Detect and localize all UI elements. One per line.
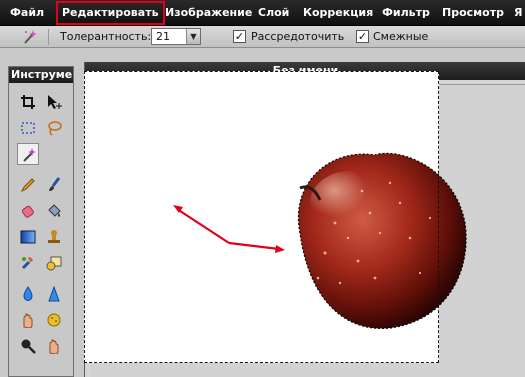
- brush-icon: [49, 177, 61, 191]
- menu-bar: Файл Редактировать Изображение Слой Корр…: [0, 0, 525, 26]
- tolerance-label: Толерантность:: [60, 30, 152, 43]
- brush-tool[interactable]: [43, 174, 65, 196]
- dodge-icon: [21, 339, 36, 354]
- menu-adjustment[interactable]: Коррекция: [303, 0, 373, 26]
- menu-edit[interactable]: Редактировать: [56, 1, 165, 25]
- eraser-tool[interactable]: [17, 200, 39, 222]
- paint-bucket-tool[interactable]: [43, 200, 65, 222]
- sharpen-tool[interactable]: [43, 283, 65, 305]
- menu-file[interactable]: Файл: [10, 0, 44, 26]
- lasso-tool[interactable]: [43, 117, 65, 139]
- burn-tool[interactable]: [43, 335, 65, 357]
- contiguous-label: Смежные: [373, 30, 429, 43]
- tools-panel: Инструменты: [8, 66, 74, 377]
- move-icon: [48, 95, 62, 109]
- dodge-tool[interactable]: [17, 335, 39, 357]
- lasso-icon: [48, 121, 62, 136]
- magic-wand-tool[interactable]: [17, 143, 39, 165]
- color-replace-icon: [21, 257, 33, 270]
- magic-wand-icon: [21, 28, 39, 46]
- sharpen-icon: [48, 286, 60, 302]
- stamp-tool[interactable]: [43, 226, 65, 248]
- apple-icon: [297, 152, 467, 329]
- eraser-icon: [21, 205, 34, 218]
- tool-options-bar: Толерантность: 21 ▼ ✓ Рассредоточить ✓ С…: [0, 26, 525, 48]
- gradient-tool[interactable]: [17, 226, 39, 248]
- antialias-checkbox[interactable]: ✓: [233, 30, 246, 43]
- pencil-tool[interactable]: [17, 174, 39, 196]
- toolbar-separator: [48, 29, 49, 45]
- paint-bucket-icon: [48, 204, 61, 217]
- blur-icon: [23, 286, 33, 301]
- tolerance-value: 21: [156, 30, 170, 43]
- smudge-icon: [23, 313, 33, 328]
- contiguous-checkbox[interactable]: ✓: [356, 30, 369, 43]
- magic-wand-icon: [23, 148, 36, 162]
- menu-more[interactable]: Я: [514, 0, 522, 26]
- burn-icon: [49, 339, 59, 354]
- tools-panel-title: Инструменты: [9, 67, 73, 83]
- drawing-tool[interactable]: [43, 252, 65, 274]
- pencil-icon: [20, 178, 35, 193]
- crop-icon: [21, 95, 35, 109]
- smudge-tool[interactable]: [17, 309, 39, 331]
- sponge-tool[interactable]: [43, 309, 65, 331]
- gradient-icon: [20, 230, 36, 244]
- stamp-icon: [48, 230, 60, 243]
- rect-select-tool[interactable]: [17, 117, 39, 139]
- drawing-icon: [46, 256, 62, 271]
- tolerance-select[interactable]: 21 ▼: [151, 28, 201, 45]
- rect-select-icon: [21, 122, 35, 134]
- apple-image: [280, 143, 470, 333]
- move-tool[interactable]: [43, 91, 65, 113]
- antialias-label: Рассредоточить: [251, 30, 345, 43]
- menu-image[interactable]: Изображение: [165, 0, 252, 26]
- crop-tool[interactable]: [17, 91, 39, 113]
- color-replace-tool[interactable]: [17, 252, 39, 274]
- blur-tool[interactable]: [17, 283, 39, 305]
- chevron-down-icon[interactable]: ▼: [186, 29, 200, 44]
- menu-filter[interactable]: Фильтр: [382, 0, 430, 26]
- menu-layer[interactable]: Слой: [258, 0, 289, 26]
- sponge-icon: [47, 313, 61, 327]
- menu-view[interactable]: Просмотр: [442, 0, 504, 26]
